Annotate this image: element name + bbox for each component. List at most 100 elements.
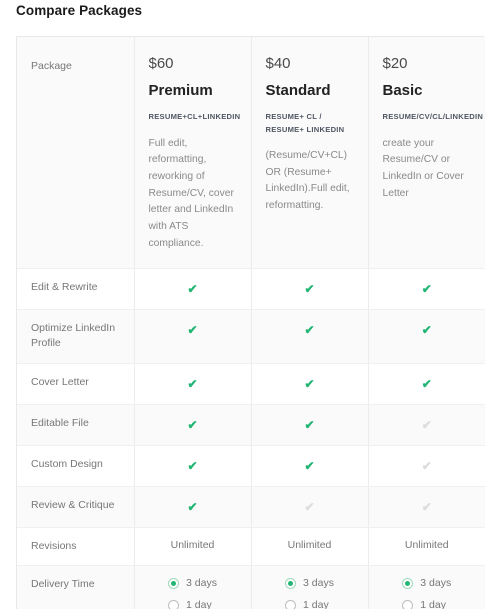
- delivery-option-1-day[interactable]: 1 day: [402, 599, 451, 609]
- feature-cell: ✔: [368, 486, 485, 528]
- revisions-value: Unlimited: [170, 538, 215, 551]
- feature-cell: ✔: [251, 486, 369, 528]
- check-icon: ✔: [421, 499, 432, 514]
- feature-cell: ✔: [368, 309, 485, 364]
- row-label-revisions: Revisions: [31, 539, 77, 552]
- package-name: Standard: [265, 82, 331, 99]
- package-cell-standard: $40 Standard RESUME+ CL / RESUME+ LINKED…: [251, 37, 369, 270]
- table-row-delivery-time: Delivery Time 3 days 1 day 3 days 1 day …: [17, 565, 485, 609]
- package-tag: RESUME/CV/CL/LINKEDIN: [382, 112, 484, 121]
- check-icon: ✔: [304, 417, 315, 432]
- row-label-cell: Cover Letter: [17, 363, 135, 405]
- package-name: Basic: [382, 82, 423, 99]
- package-description: Full edit, reformatting, reworking of Re…: [148, 137, 234, 249]
- delivery-option-label: 3 days: [186, 577, 217, 590]
- feature-cell: ✔: [251, 309, 369, 364]
- compare-packages-page: Compare Packages Package $60 Premium RES…: [0, 0, 500, 609]
- package-tag: RESUME+ CL / RESUME+ LINKEDIN: [265, 112, 345, 134]
- check-icon: ✔: [187, 499, 198, 514]
- feature-cell: ✔: [368, 445, 485, 487]
- check-icon: ✔: [187, 458, 198, 473]
- check-icon: ✔: [421, 323, 432, 338]
- table-row: Custom Design ✔ ✔ ✔: [17, 445, 485, 487]
- delivery-option-1-day[interactable]: 1 day: [168, 599, 217, 609]
- check-icon: ✔: [421, 417, 432, 432]
- row-label-cell: Package: [17, 37, 135, 270]
- feature-label: Editable File: [31, 416, 89, 429]
- row-label-cell: Editable File: [17, 404, 135, 446]
- check-icon: ✔: [187, 323, 198, 338]
- feature-cell: ✔: [368, 268, 485, 311]
- revisions-cell: Unlimited: [251, 527, 369, 566]
- delivery-option-label: 3 days: [303, 577, 334, 590]
- feature-cell: ✔: [134, 445, 252, 487]
- radio-button-icon[interactable]: [402, 577, 414, 589]
- feature-cell: ✔: [251, 268, 369, 311]
- check-icon: ✔: [304, 282, 315, 297]
- delivery-cell-basic: 3 days 1 day (+$20): [368, 565, 485, 609]
- revisions-value: Unlimited: [404, 538, 449, 551]
- page-title: Compare Packages: [16, 3, 143, 18]
- radio-button-icon[interactable]: [285, 599, 297, 609]
- compare-packages-table-container: Package $60 Premium RESUME+CL+LINKEDIN F…: [16, 36, 485, 609]
- feature-label: Custom Design: [31, 457, 103, 470]
- radio-button-icon[interactable]: [168, 577, 180, 589]
- table-row: Cover Letter ✔ ✔ ✔: [17, 363, 485, 405]
- check-icon: ✔: [421, 458, 432, 473]
- check-icon: ✔: [421, 282, 432, 297]
- package-description: create your Resume/CV or LinkedIn or Cov…: [382, 137, 464, 199]
- delivery-option-label: 1 day: [303, 599, 329, 609]
- check-icon: ✔: [304, 323, 315, 338]
- feature-label: Cover Letter: [31, 375, 89, 388]
- row-label-cell: Custom Design: [17, 445, 135, 487]
- feature-cell: ✔: [134, 486, 252, 528]
- revisions-cell: Unlimited: [368, 527, 485, 566]
- compare-packages-table: Package $60 Premium RESUME+CL+LINKEDIN F…: [17, 37, 485, 609]
- row-label-cell: Review & Critique: [17, 486, 135, 528]
- row-label-cell: Edit & Rewrite: [17, 268, 135, 311]
- package-cell-premium: $60 Premium RESUME+CL+LINKEDIN Full edit…: [134, 37, 252, 270]
- feature-cell: ✔: [134, 309, 252, 364]
- row-label-cell: Revisions: [17, 527, 135, 566]
- delivery-option-3-days[interactable]: 3 days: [285, 577, 334, 590]
- package-name: Premium: [148, 82, 213, 99]
- table-row: Review & Critique ✔ ✔ ✔: [17, 486, 485, 528]
- table-row: Editable File ✔ ✔ ✔: [17, 404, 485, 446]
- delivery-option-1-day[interactable]: 1 day: [285, 599, 334, 609]
- feature-cell: ✔: [134, 268, 252, 311]
- feature-cell: ✔: [368, 363, 485, 405]
- row-label-package: Package: [31, 60, 72, 72]
- table-row-package: Package $60 Premium RESUME+CL+LINKEDIN F…: [17, 37, 485, 270]
- delivery-cell-premium: 3 days 1 day (+$30): [134, 565, 252, 609]
- table-row: Optimize LinkedIn Profile ✔ ✔ ✔: [17, 309, 485, 364]
- check-icon: ✔: [187, 282, 198, 297]
- row-label-delivery-time: Delivery Time: [31, 577, 95, 590]
- delivery-option-label: 1 day: [186, 599, 212, 609]
- feature-cell: ✔: [134, 363, 252, 405]
- feature-label: Optimize LinkedIn Profile: [31, 322, 116, 350]
- revisions-value: Unlimited: [287, 538, 332, 551]
- table-row: Edit & Rewrite ✔ ✔ ✔: [17, 268, 485, 311]
- radio-button-icon[interactable]: [285, 577, 297, 589]
- row-label-cell: Delivery Time: [17, 565, 135, 609]
- feature-label: Review & Critique: [31, 498, 115, 511]
- check-icon: ✔: [187, 376, 198, 391]
- table-row-revisions: Revisions Unlimited Unlimited Unlimited: [17, 527, 485, 566]
- radio-button-icon[interactable]: [168, 599, 180, 609]
- check-icon: ✔: [304, 499, 315, 514]
- delivery-option-3-days[interactable]: 3 days: [168, 577, 217, 590]
- row-label-cell: Optimize LinkedIn Profile: [17, 309, 135, 364]
- delivery-cell-standard: 3 days 1 day (+$20): [251, 565, 369, 609]
- delivery-option-label: 1 day: [420, 599, 446, 609]
- package-cell-basic: $20 Basic RESUME/CV/CL/LINKEDIN create y…: [368, 37, 485, 270]
- check-icon: ✔: [187, 417, 198, 432]
- feature-label: Edit & Rewrite: [31, 281, 98, 294]
- check-icon: ✔: [421, 376, 432, 391]
- package-price: $40: [265, 55, 291, 72]
- check-icon: ✔: [304, 458, 315, 473]
- feature-cell: ✔: [134, 404, 252, 446]
- feature-cell: ✔: [251, 404, 369, 446]
- delivery-option-3-days[interactable]: 3 days: [402, 577, 451, 589]
- feature-cell: ✔: [251, 445, 369, 487]
- radio-button-icon[interactable]: [402, 599, 414, 609]
